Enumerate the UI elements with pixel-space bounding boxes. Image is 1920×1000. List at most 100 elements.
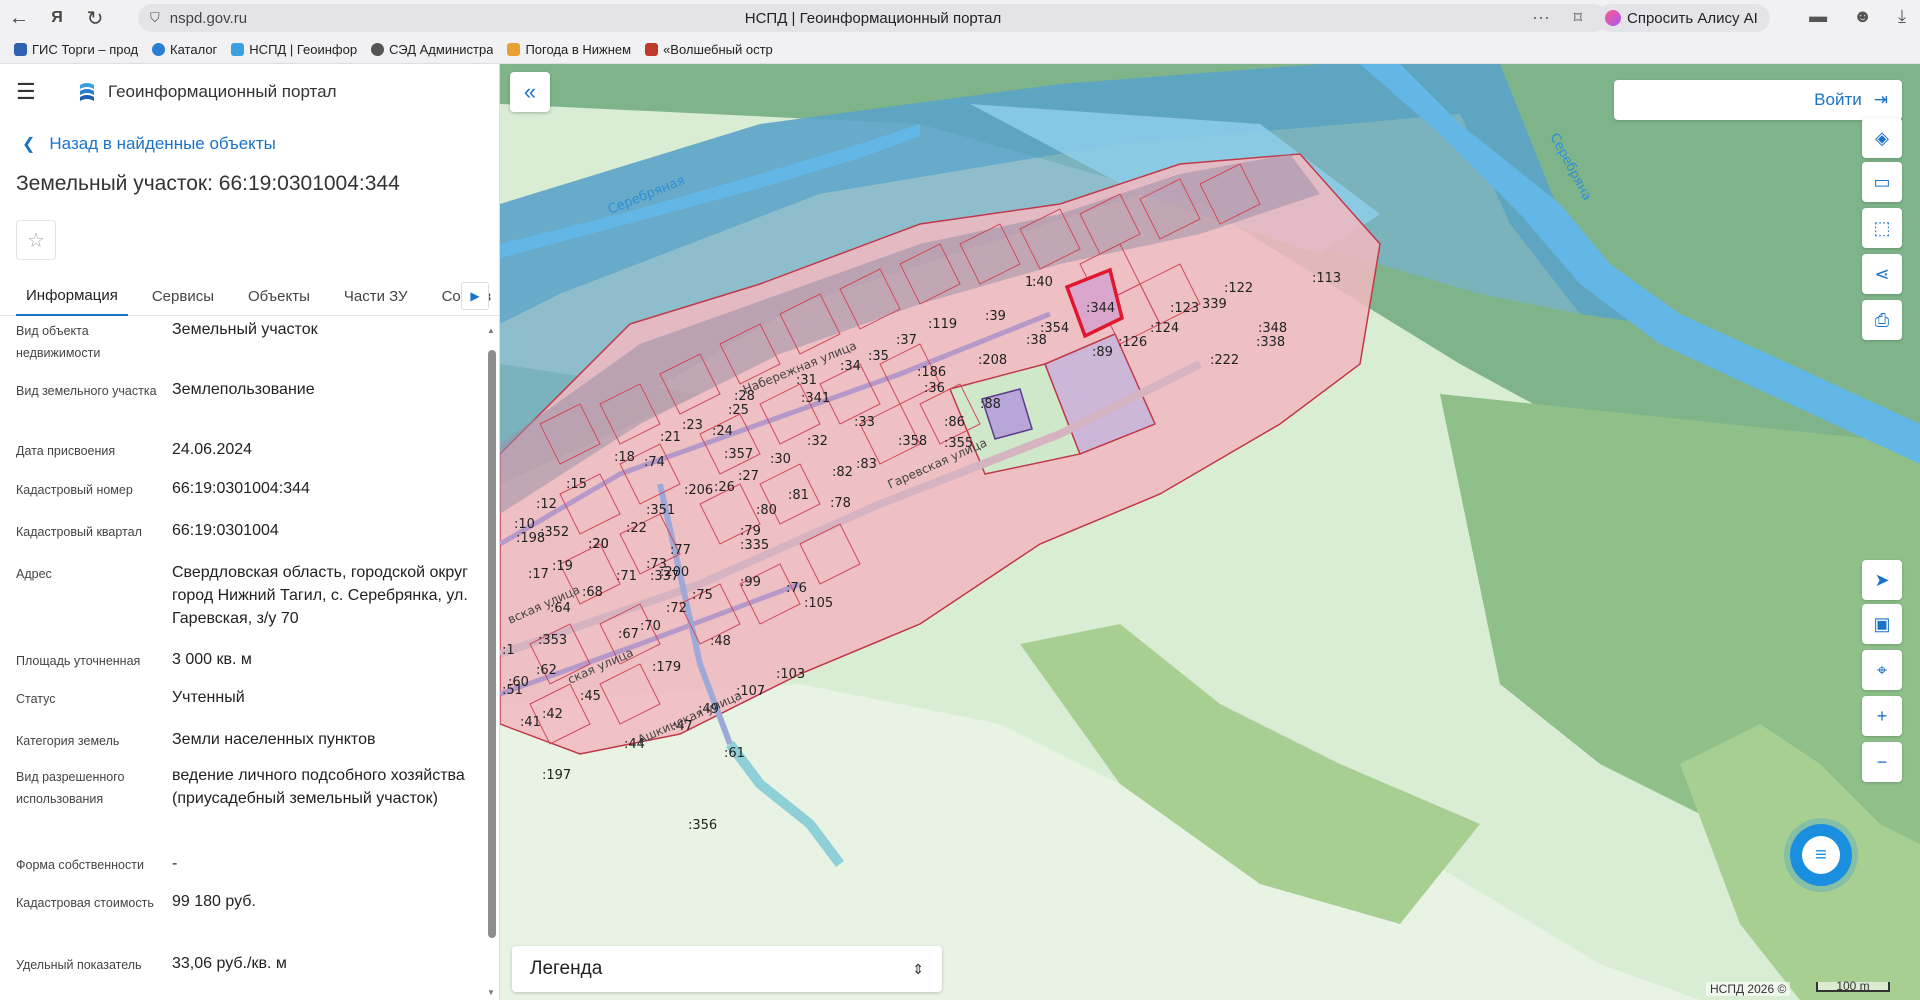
bookmark-item[interactable]: НСПД | Геоинфор [231, 42, 357, 57]
tab-parts[interactable]: Части ЗУ [334, 276, 418, 316]
parcel-label-selected[interactable]: :344 [1086, 301, 1115, 316]
parcel-label[interactable]: :208 [978, 353, 1007, 368]
scrollbar-thumb[interactable] [488, 350, 496, 938]
parcel-label[interactable]: :126 [1118, 335, 1147, 350]
print-button[interactable]: ⎙ [1862, 300, 1902, 340]
bookmark-item[interactable]: «Волшебный остр [645, 42, 773, 57]
parcel-label[interactable]: :51 [502, 683, 523, 698]
parcel-label[interactable]: :348 [1258, 321, 1287, 336]
parcel-label[interactable]: :32 [807, 434, 828, 449]
parcel-label[interactable]: :341 [801, 391, 830, 406]
parcel-label[interactable]: :31 [796, 373, 817, 388]
parcel-label[interactable]: :70 [640, 619, 661, 634]
parcel-label[interactable]: :72 [666, 601, 687, 616]
parcel-label[interactable]: :113 [1312, 271, 1341, 286]
parcel-label[interactable]: :179 [652, 660, 681, 675]
parcel-label[interactable]: :27 [738, 469, 759, 484]
parcel-label[interactable]: :21 [660, 430, 681, 445]
parcel-label[interactable]: :28 [734, 389, 755, 404]
parcel-label[interactable]: :39 [985, 309, 1006, 324]
parcel-label[interactable]: :23 [682, 418, 703, 433]
parcel-label[interactable]: :353 [538, 633, 567, 648]
parcel-label[interactable]: :40 [1032, 275, 1053, 290]
measure-button[interactable]: ▭ [1862, 162, 1902, 202]
parcel-label[interactable]: :15 [566, 477, 587, 492]
parcel-label[interactable]: :200 [660, 565, 689, 580]
zoom-out-button[interactable]: − [1862, 742, 1902, 782]
yandex-icon[interactable]: Я [38, 0, 76, 36]
collapse-panel-button[interactable]: « [510, 72, 550, 112]
zoom-in-button[interactable]: + [1862, 696, 1902, 736]
parcel-label[interactable]: :83 [856, 457, 877, 472]
portal-logo-icon[interactable] [76, 81, 98, 103]
parcel-label[interactable]: :206 [684, 483, 713, 498]
bookmark-item[interactable]: Каталог [152, 42, 217, 57]
geolocation-button[interactable]: ➤ [1862, 560, 1902, 600]
screenshot-icon[interactable]: ▬ [1809, 6, 1827, 27]
parcel-label[interactable]: :37 [896, 333, 917, 348]
login-button[interactable]: Войти ⇥ [1614, 80, 1902, 120]
url-text[interactable]: nspd.gov.ru [170, 10, 247, 27]
parcel-label[interactable]: :67 [618, 627, 639, 642]
parcel-label[interactable]: :71 [616, 569, 637, 584]
parcel-label[interactable]: :10 [514, 517, 535, 532]
parcel-label[interactable]: :34 [840, 359, 861, 374]
tabs-next-button[interactable]: ▶ [461, 282, 489, 310]
parcel-label[interactable]: :356 [688, 818, 717, 833]
parcel-label[interactable]: :47 [672, 719, 693, 734]
parcel-label[interactable]: :107 [736, 684, 765, 699]
parcel-label[interactable]: :1 [502, 643, 515, 658]
parcel-label[interactable]: :61 [724, 746, 745, 761]
tab-objects[interactable]: Объекты [238, 276, 320, 316]
more-icon[interactable]: ··· [1532, 7, 1550, 28]
bookmark-icon[interactable]: ⌑ [1574, 8, 1582, 28]
parcel-label[interactable]: :22 [626, 521, 647, 536]
bookmark-item[interactable]: СЭД Администра [371, 42, 493, 57]
address-bar[interactable]: ⛉ nspd.gov.ru НСПД | Геоинформационный п… [138, 4, 1608, 32]
parcel-label[interactable]: :45 [580, 689, 601, 704]
parcel-label[interactable]: :99 [740, 575, 761, 590]
parcel-label[interactable]: :122 [1224, 281, 1253, 296]
parcel-label[interactable]: :19 [552, 559, 573, 574]
parcel-label[interactable]: :103 [776, 667, 805, 682]
parcel-label[interactable]: :352 [540, 525, 569, 540]
parcel-label[interactable]: :80 [756, 503, 777, 518]
parcel-label[interactable]: :25 [728, 403, 749, 418]
parcel-label[interactable]: :335 [740, 538, 769, 553]
back-arrow-icon[interactable]: ← [0, 0, 38, 36]
parcel-label[interactable]: :18 [614, 450, 635, 465]
parcel-label[interactable]: :17 [528, 567, 549, 582]
parcel-label[interactable]: :20 [588, 537, 609, 552]
bookmark-item[interactable]: ГИС Торги – прод [14, 42, 138, 57]
portal-name[interactable]: Геоинформационный портал [108, 82, 337, 102]
parcel-label[interactable]: :24 [712, 424, 733, 439]
parcel-label[interactable]: :222 [1210, 353, 1239, 368]
site-info-icon[interactable]: ⛉ [150, 10, 160, 26]
parcel-label[interactable]: 339 [1202, 297, 1227, 312]
parcel-label[interactable]: :78 [830, 496, 851, 511]
parcel-label[interactable]: :86 [944, 415, 965, 430]
parcel-label[interactable]: :338 [1256, 335, 1285, 350]
parcel-label[interactable]: :89 [1092, 345, 1113, 360]
parcel-label[interactable]: :74 [644, 455, 665, 470]
tab-info[interactable]: Информация [16, 276, 128, 316]
scroll-up-icon[interactable]: ▲ [487, 326, 495, 335]
bookmark-item[interactable]: Погода в Нижнем [507, 42, 631, 57]
tab-services[interactable]: Сервисы [142, 276, 224, 316]
parcel-label[interactable]: :355 [944, 436, 973, 451]
parcel-label[interactable]: :354 [1040, 321, 1069, 336]
chat-button[interactable]: ≡ [1790, 824, 1852, 886]
profile-icon[interactable]: ☻ [1853, 6, 1872, 27]
parcel-label[interactable]: :79 [740, 524, 761, 539]
parcel-label[interactable]: :62 [536, 663, 557, 678]
parcel-label[interactable]: :82 [832, 465, 853, 480]
map-view[interactable]: Серебряная Серебряна Набережная улица Га… [500, 64, 1920, 1000]
parcel-label[interactable]: :44 [624, 737, 645, 752]
parcel-label[interactable]: :41 [520, 715, 541, 730]
panel-scrollbar[interactable]: ▲ ▼ [487, 322, 496, 998]
minimap-button[interactable]: ▣ [1862, 604, 1902, 644]
reload-icon[interactable]: ↻ [76, 0, 114, 36]
locate-button[interactable]: ⌖ [1862, 650, 1902, 690]
share-button[interactable]: ⋖ [1862, 254, 1902, 294]
parcel-label[interactable]: :30 [770, 452, 791, 467]
